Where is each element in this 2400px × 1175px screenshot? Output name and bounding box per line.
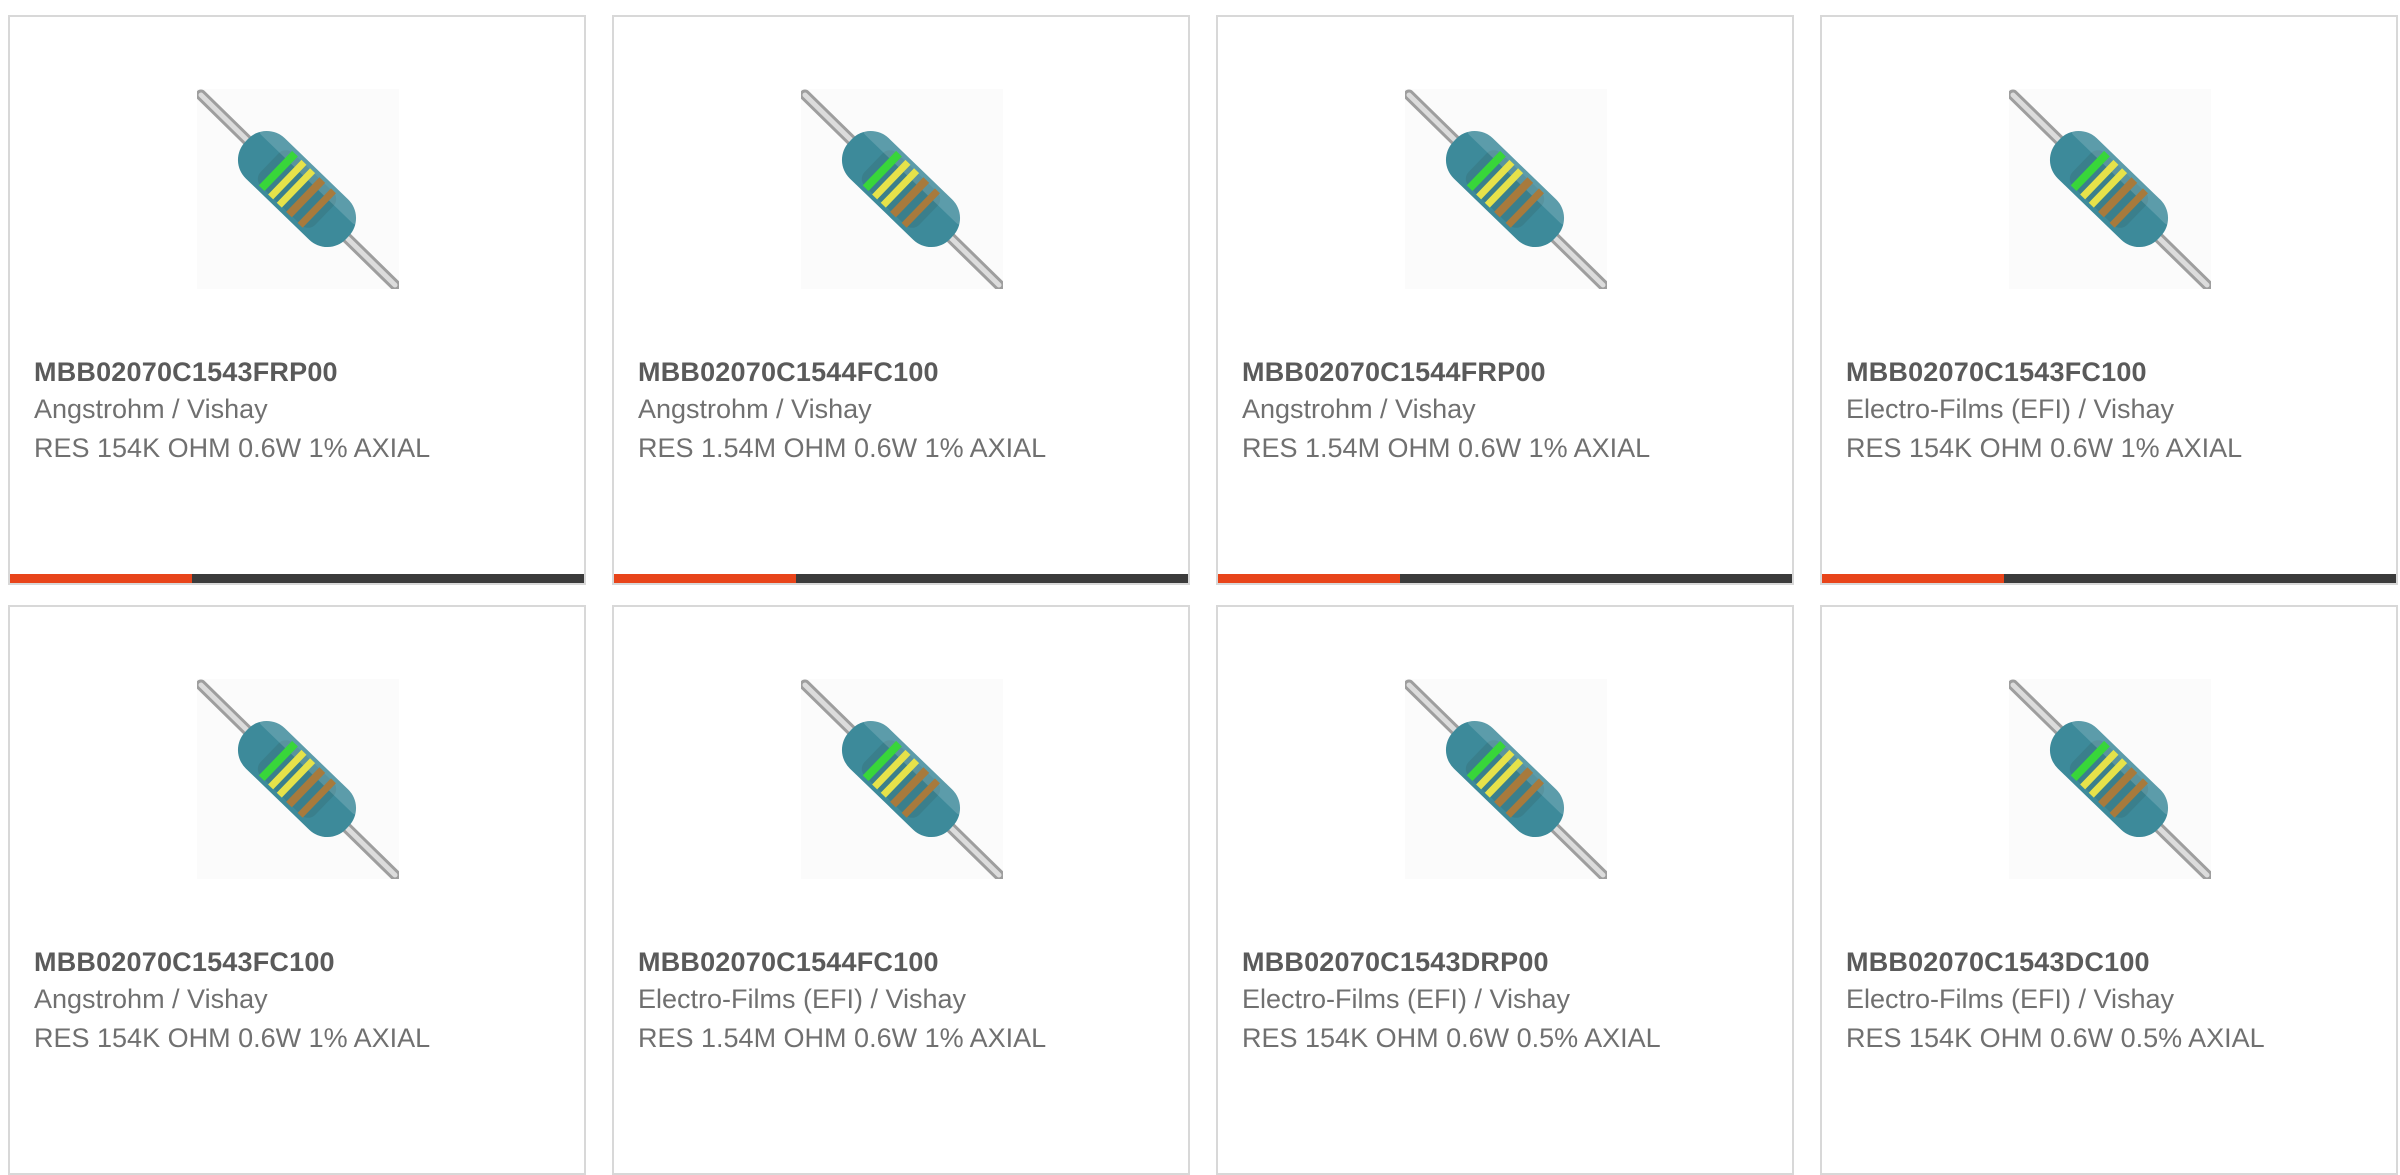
product-card[interactable]: MBB02070C1544FC100 Electro-Films (EFI) /… xyxy=(612,605,1190,1175)
product-image[interactable] xyxy=(1405,89,1607,289)
card-footer-bar xyxy=(10,574,584,583)
product-card[interactable]: MBB02070C1543FRP00 Angstrohm / Vishay RE… xyxy=(8,15,586,585)
description-label: RES 1.54M OHM 0.6W 1% AXIAL xyxy=(638,1023,1047,1053)
description-label: RES 1.54M OHM 0.6W 1% AXIAL xyxy=(1242,433,1651,463)
axial-resistor-icon xyxy=(197,89,399,289)
manufacturer-label: Electro-Films (EFI) / Vishay xyxy=(1846,984,2175,1014)
product-card[interactable]: MBB02070C1543DC100 Electro-Films (EFI) /… xyxy=(1820,605,2398,1175)
part-number-link[interactable]: MBB02070C1544FC100 xyxy=(638,357,939,388)
card-accent-bar xyxy=(1218,574,1400,583)
axial-resistor-icon xyxy=(801,679,1003,879)
manufacturer-label: Angstrohm / Vishay xyxy=(34,394,268,424)
part-number-link[interactable]: MBB02070C1543FC100 xyxy=(1846,357,2147,388)
product-image[interactable] xyxy=(1405,679,1607,879)
product-image[interactable] xyxy=(801,679,1003,879)
product-image[interactable] xyxy=(2009,679,2211,879)
axial-resistor-icon xyxy=(2009,89,2211,289)
axial-resistor-icon xyxy=(801,89,1003,289)
manufacturer-label: Angstrohm / Vishay xyxy=(638,394,872,424)
product-image[interactable] xyxy=(197,89,399,289)
product-image[interactable] xyxy=(2009,89,2211,289)
product-image[interactable] xyxy=(197,679,399,879)
part-number-link[interactable]: MBB02070C1544FRP00 xyxy=(1242,357,1546,388)
card-footer-bar xyxy=(1218,574,1792,583)
axial-resistor-icon xyxy=(2009,679,2211,879)
part-number-link[interactable]: MBB02070C1543DRP00 xyxy=(1242,947,1549,978)
part-number-link[interactable]: MBB02070C1543DC100 xyxy=(1846,947,2150,978)
product-card[interactable]: MBB02070C1544FC100 Angstrohm / Vishay RE… xyxy=(612,15,1190,585)
manufacturer-label: Angstrohm / Vishay xyxy=(34,984,268,1014)
card-footer-bar xyxy=(1822,574,2396,583)
description-label: RES 154K OHM 0.6W 1% AXIAL xyxy=(34,1023,431,1053)
product-card[interactable]: MBB02070C1544FRP00 Angstrohm / Vishay RE… xyxy=(1216,15,1794,585)
axial-resistor-icon xyxy=(1405,89,1607,289)
description-label: RES 154K OHM 0.6W 0.5% AXIAL xyxy=(1846,1023,2265,1053)
part-number-link[interactable]: MBB02070C1543FRP00 xyxy=(34,357,338,388)
part-number-link[interactable]: MBB02070C1544FC100 xyxy=(638,947,939,978)
card-accent-bar xyxy=(1822,574,2004,583)
product-card[interactable]: MBB02070C1543FC100 Electro-Films (EFI) /… xyxy=(1820,15,2398,585)
card-accent-bar xyxy=(614,574,796,583)
product-image[interactable] xyxy=(801,89,1003,289)
manufacturer-label: Angstrohm / Vishay xyxy=(1242,394,1476,424)
description-label: RES 154K OHM 0.6W 0.5% AXIAL xyxy=(1242,1023,1661,1053)
manufacturer-label: Electro-Films (EFI) / Vishay xyxy=(1846,394,2175,424)
product-card[interactable]: MBB02070C1543DRP00 Electro-Films (EFI) /… xyxy=(1216,605,1794,1175)
part-number-link[interactable]: MBB02070C1543FC100 xyxy=(34,947,335,978)
manufacturer-label: Electro-Films (EFI) / Vishay xyxy=(638,984,967,1014)
product-card[interactable]: MBB02070C1543FC100 Angstrohm / Vishay RE… xyxy=(8,605,586,1175)
manufacturer-label: Electro-Films (EFI) / Vishay xyxy=(1242,984,1571,1014)
axial-resistor-icon xyxy=(197,679,399,879)
card-accent-bar xyxy=(10,574,192,583)
description-label: RES 154K OHM 0.6W 1% AXIAL xyxy=(1846,433,2243,463)
axial-resistor-icon xyxy=(1405,679,1607,879)
description-label: RES 154K OHM 0.6W 1% AXIAL xyxy=(34,433,431,463)
product-grid: MBB02070C1543FRP00 Angstrohm / Vishay RE… xyxy=(8,15,2400,1175)
description-label: RES 1.54M OHM 0.6W 1% AXIAL xyxy=(638,433,1047,463)
card-footer-bar xyxy=(614,574,1188,583)
